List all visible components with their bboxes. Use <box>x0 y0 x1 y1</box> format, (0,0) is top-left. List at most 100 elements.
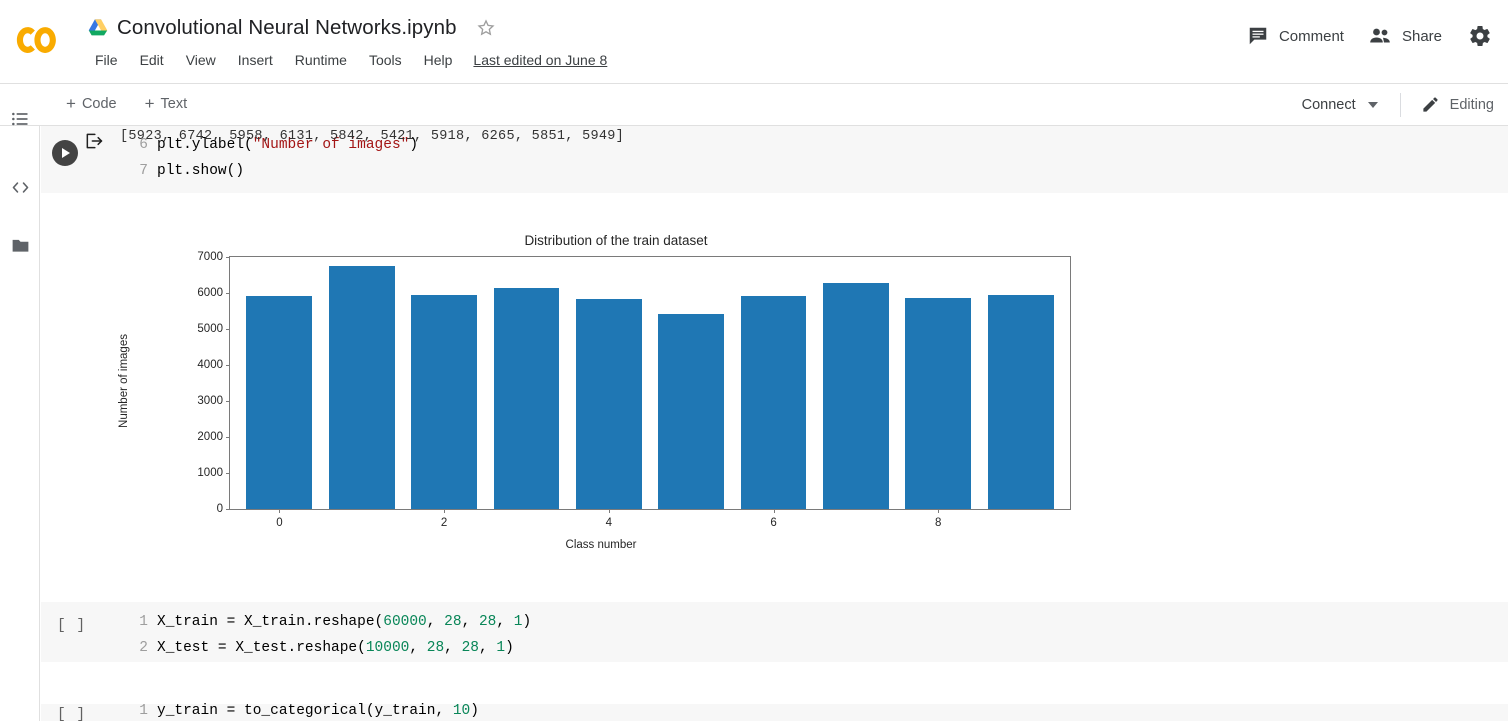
chart-xtick-mark <box>938 509 940 513</box>
chart-ytick-label: 3000 <box>197 395 223 407</box>
comment-button[interactable]: Comment <box>1235 19 1356 53</box>
code-line: 1 X_train = X_train.reshape(60000, 28, 28… <box>126 609 531 635</box>
code-token: X_test = X_test.reshape( <box>157 640 366 656</box>
chart-ytick-label: 4000 <box>197 359 223 371</box>
connect-label: Connect <box>1301 96 1356 113</box>
editing-mode-button[interactable]: Editing <box>1413 90 1502 119</box>
code-token: 1 <box>513 614 523 630</box>
output-text: [5923, 6742, 5958, 6131, 5842, 5421, 591… <box>120 129 625 144</box>
line-number: 1 <box>139 703 148 719</box>
code-token: ) <box>470 703 479 719</box>
colab-logo[interactable] <box>14 17 60 63</box>
chart-xtick-mark <box>608 509 610 513</box>
cell-output: [5923, 6742, 5958, 6131, 5842, 5421, 591… <box>41 129 1508 663</box>
chart-ytick-label: 7000 <box>197 251 223 263</box>
files-icon <box>12 239 28 252</box>
toolbar-right-group: Connect Editing <box>1292 90 1502 119</box>
code-token: 60000 <box>383 614 427 630</box>
last-edited-link[interactable]: Last edited on June 8 <box>473 52 607 68</box>
code-token: 28 <box>461 640 479 656</box>
code-content[interactable]: 1 y_train = to_categorical(y_train, 10) <box>126 698 479 721</box>
left-sidebar <box>0 112 40 721</box>
code-snippets-icon <box>12 181 28 193</box>
menu-item-help[interactable]: Help <box>413 49 464 71</box>
notebook-body: 6 plt.ylabel("Number of images") 7 plt.show… <box>41 126 1508 721</box>
cell-index-label[interactable]: [ ] <box>57 707 86 721</box>
plus-icon: + <box>66 94 76 113</box>
document-title-row: Convolutional Neural Networks.ipynb <box>88 12 496 44</box>
sidebar-item-files[interactable] <box>8 233 32 257</box>
cell-index-label[interactable]: [ ] <box>57 618 86 634</box>
menu-item-edit[interactable]: Edit <box>129 49 175 71</box>
chart-bar <box>658 313 725 509</box>
chart-ytick-mark <box>226 473 230 474</box>
page-title[interactable]: Convolutional Neural Networks.ipynb <box>117 16 457 40</box>
code-line: 1 y_train = to_categorical(y_train, 10) <box>126 698 479 721</box>
settings-button[interactable] <box>1462 18 1498 54</box>
matplotlib-figure: Distribution of the train dataset Number… <box>111 233 1121 568</box>
line-number: 2 <box>139 640 148 656</box>
code-token: ) <box>522 614 532 630</box>
chart-plot-area: 0 1000 2000 3000 4000 5000 6000 7000 0 2 4 6 8 <box>197 251 1071 529</box>
play-icon <box>62 148 70 158</box>
chart-ytick-mark <box>226 365 230 366</box>
sidebar-item-code-snippets[interactable] <box>8 175 32 199</box>
chart-xtick-label: 8 <box>935 517 942 529</box>
editing-label: Editing <box>1449 96 1494 113</box>
connect-button[interactable]: Connect <box>1292 92 1388 118</box>
code-cell-2[interactable]: [ ] 1 X_train = X_train.reshape(60000, 28… <box>41 602 1508 662</box>
sidebar-item-table-of-contents[interactable] <box>8 107 32 131</box>
code-token: 10 <box>452 703 471 719</box>
code-token: 28 <box>478 614 497 630</box>
code-token: 28 <box>444 614 462 630</box>
code-token: ) <box>505 640 514 656</box>
code-token: , <box>444 640 462 656</box>
chart-ytick-mark <box>226 257 230 258</box>
star-icon[interactable] <box>476 18 496 38</box>
table-of-contents-icon <box>12 112 28 126</box>
chart-ytick-mark <box>226 401 230 402</box>
chart-xtick-label: 0 <box>276 517 283 529</box>
code-token: , <box>409 640 427 656</box>
app-header: Convolutional Neural Networks.ipynb File… <box>0 0 1508 84</box>
chart-ytick-label: 6000 <box>197 287 223 299</box>
chart-ytick-mark <box>226 293 230 294</box>
chart-ylabel: Number of images <box>118 334 130 428</box>
chart-bar <box>575 298 642 509</box>
code-content[interactable]: 1 X_train = X_train.reshape(60000, 28, 28… <box>126 609 531 661</box>
menu-item-view[interactable]: View <box>175 49 227 71</box>
code-line: 7 plt.show() <box>126 158 418 184</box>
add-code-label: Code <box>81 95 117 112</box>
chart-bar <box>822 283 889 509</box>
add-cell-group: + Code + Text <box>56 91 197 116</box>
code-token: X_train = X_train.reshape( <box>157 614 384 630</box>
code-cell-3[interactable]: [ ] 1 y_train = to_categorical(y_train, 1… <box>41 703 1508 721</box>
menu-item-runtime[interactable]: Runtime <box>284 49 358 71</box>
line-number: 7 <box>139 163 148 179</box>
chart-ytick-mark <box>226 329 230 330</box>
add-text-cell-button[interactable]: + Text <box>135 91 198 116</box>
chart-xtick-mark <box>773 509 775 513</box>
plus-icon: + <box>144 94 155 113</box>
chart-ytick-label: 5000 <box>197 323 223 335</box>
share-button[interactable]: Share <box>1356 19 1454 53</box>
menu-item-file[interactable]: File <box>84 49 129 71</box>
chart-xlabel: Class number <box>565 539 637 551</box>
code-token: plt.show() <box>157 163 245 179</box>
notebook-toolbar: + Code + Text Connect Editing <box>0 84 1508 126</box>
chart-xtick-mark <box>279 509 281 513</box>
menu-item-insert[interactable]: Insert <box>227 49 284 71</box>
add-code-cell-button[interactable]: + Code <box>56 91 127 116</box>
run-button[interactable] <box>52 140 78 166</box>
comment-label: Comment <box>1278 27 1344 45</box>
chart-title: Distribution of the train dataset <box>524 233 708 248</box>
pencil-icon <box>1423 97 1438 112</box>
chevron-down-icon <box>1367 101 1378 108</box>
code-token: , <box>496 614 514 630</box>
menu-item-tools[interactable]: Tools <box>358 49 413 71</box>
code-token: , <box>478 640 497 656</box>
line-number: 1 <box>139 614 148 630</box>
chart-bar <box>493 288 560 509</box>
chart-bar <box>328 266 395 509</box>
code-token: , <box>426 614 445 630</box>
